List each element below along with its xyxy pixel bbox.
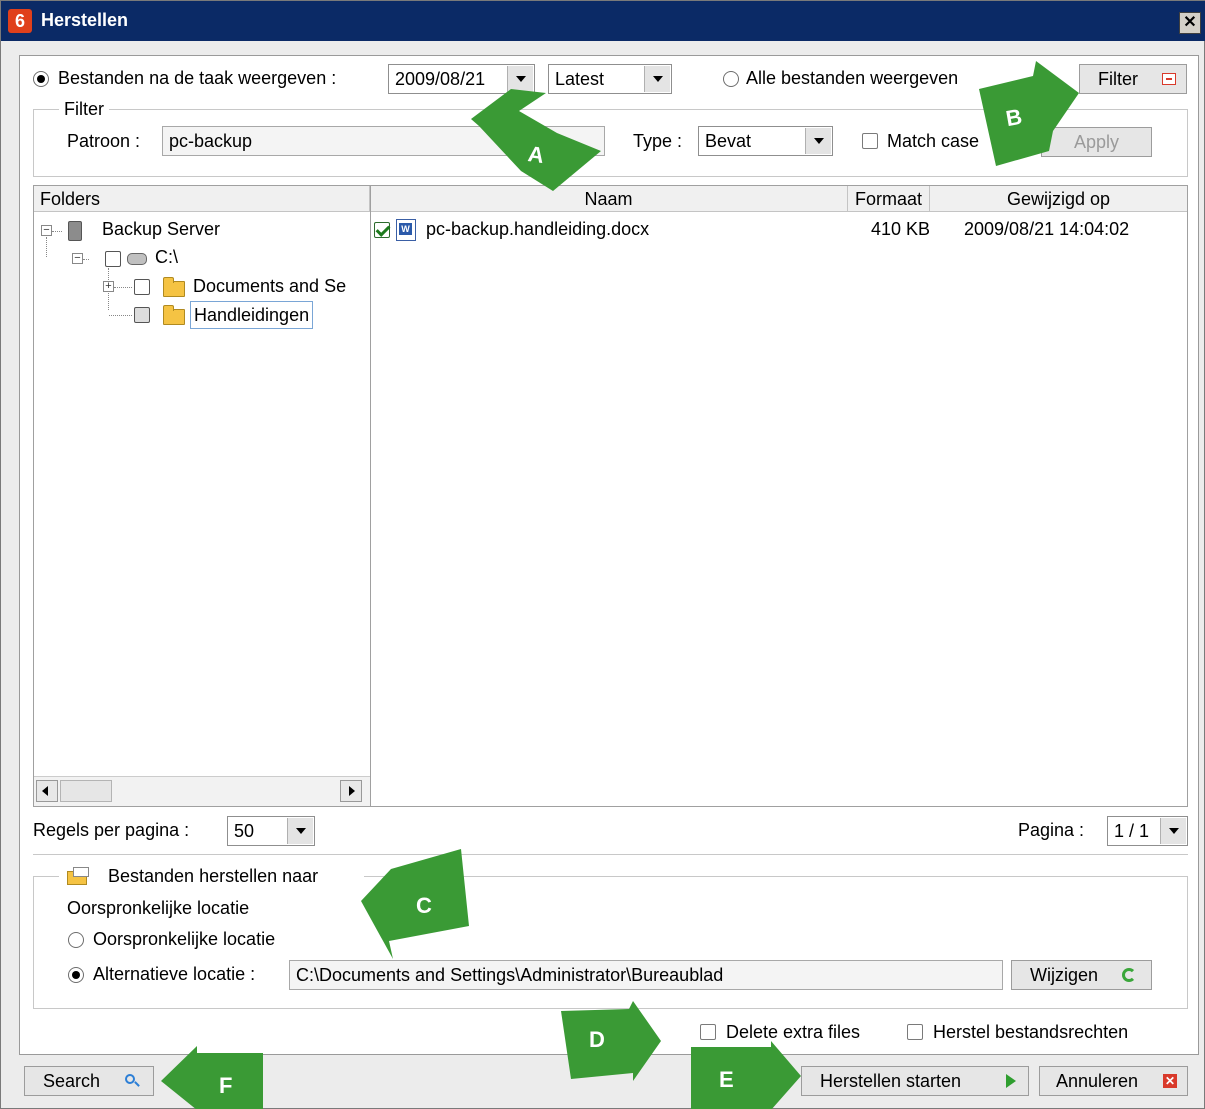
annotation-c: C bbox=[416, 893, 432, 918]
restore-window: 6 Herstellen ✕ Bestanden na de taak weer… bbox=[0, 0, 1205, 1109]
annotation-e: E bbox=[719, 1067, 734, 1092]
arrow-b bbox=[979, 61, 1079, 166]
arrow-a bbox=[471, 89, 601, 191]
annotation-f: F bbox=[219, 1073, 233, 1098]
annotation-d: D bbox=[589, 1027, 605, 1052]
annotation-layer bbox=[161, 61, 1079, 1109]
arrow-c bbox=[361, 849, 469, 959]
arrow-e bbox=[691, 1041, 801, 1109]
arrow-f bbox=[161, 1046, 263, 1109]
arrow-d bbox=[561, 1001, 661, 1081]
